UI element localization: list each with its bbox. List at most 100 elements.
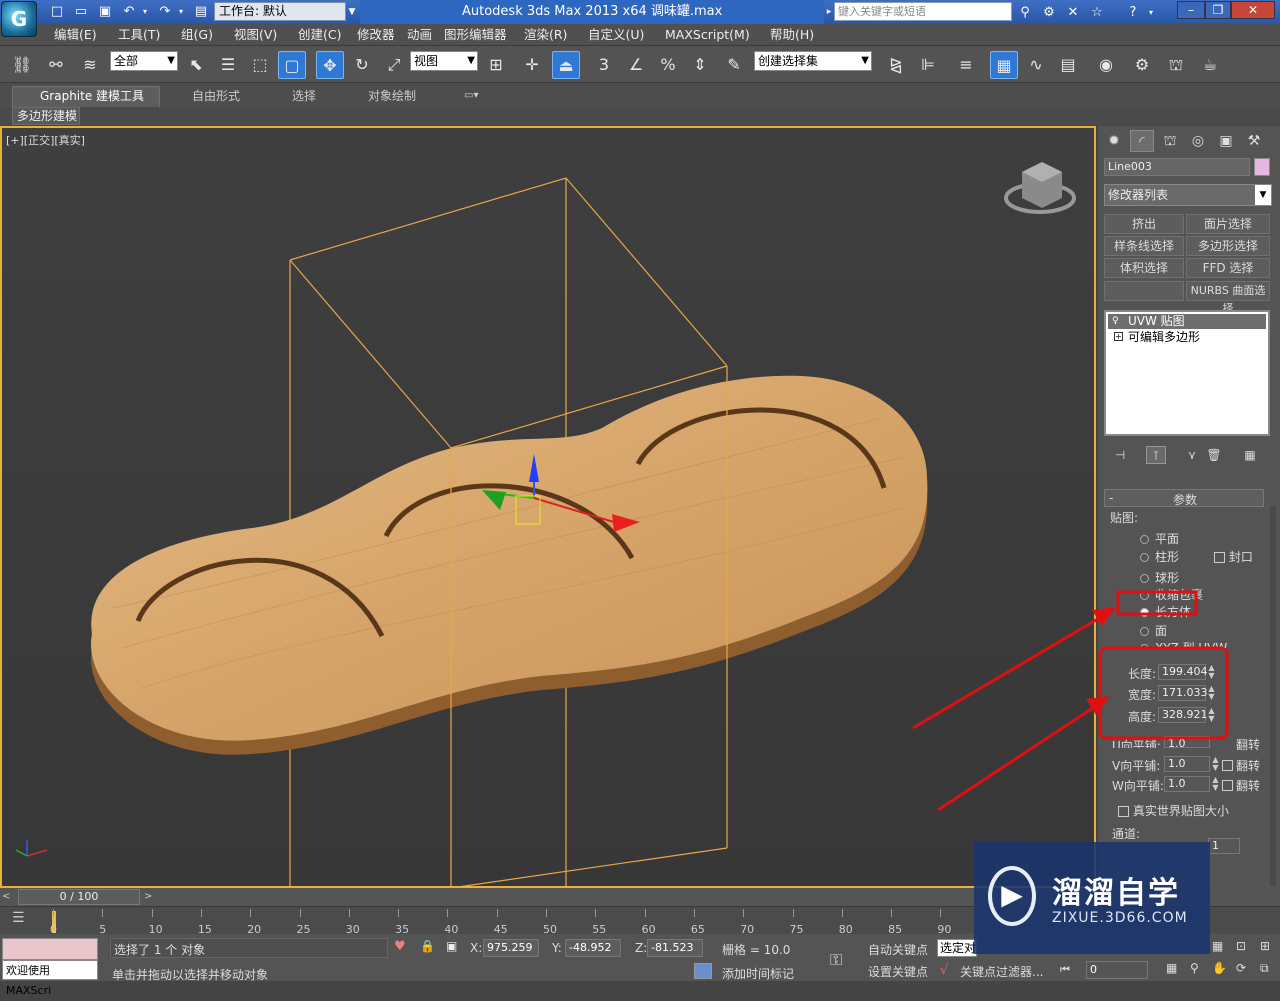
object-name-field[interactable]: Line003	[1104, 158, 1250, 176]
v-tile-spinner-icon[interactable]: ▲ ▼	[1211, 756, 1220, 772]
select-and-move-icon[interactable]: ✥	[316, 51, 344, 79]
edit-named-selection-icon[interactable]: ✎	[720, 51, 748, 79]
menu-group[interactable]: 组(G)	[181, 24, 213, 46]
nurbs-surface-select-button[interactable]: NURBS 曲面选择	[1186, 281, 1270, 315]
prev-frame-icon[interactable]: <	[2, 890, 14, 904]
communication-icon[interactable]: ✕	[1064, 4, 1082, 21]
modifier-stack[interactable]: UVW 贴图 可编辑多边形 ♀ +	[1104, 310, 1270, 436]
tab-selection[interactable]: 选择	[292, 86, 316, 106]
show-end-result-icon[interactable]: ⊺	[1146, 446, 1166, 464]
favorites-star-icon[interactable]: ☆	[1088, 4, 1106, 21]
length-field[interactable]: 199.404	[1158, 664, 1208, 680]
set-key-button[interactable]: 设置关键点	[868, 963, 928, 980]
zoom-all-icon[interactable]: ▦	[1212, 939, 1228, 955]
object-color-swatch[interactable]	[1254, 158, 1270, 176]
key-filter-icon[interactable]: √	[940, 963, 956, 979]
menu-tools[interactable]: 工具(T)	[118, 24, 160, 46]
panel-scrollbar[interactable]	[1270, 506, 1276, 886]
stack-item-uvw-map[interactable]: UVW 贴图	[1108, 314, 1266, 329]
u-tile-field[interactable]: 1.0	[1164, 736, 1210, 748]
close-button[interactable]: ✕	[1231, 1, 1275, 19]
width-spinner-icon[interactable]: ▲ ▼	[1207, 685, 1216, 701]
menu-animation[interactable]: 动画	[407, 24, 432, 46]
next-frame-icon[interactable]: >	[144, 890, 156, 904]
menu-create[interactable]: 创建(C)	[298, 24, 341, 46]
info-arrow-icon[interactable]: ▸	[824, 3, 834, 21]
w-tile-spinner-icon[interactable]: ▲ ▼	[1211, 776, 1220, 792]
spline-select-button[interactable]: 样条线选择	[1104, 236, 1184, 256]
unlink-icon[interactable]: ⚯	[42, 51, 70, 79]
select-and-rotate-icon[interactable]: ↻	[348, 51, 376, 79]
radio-planar[interactable]: 平面	[1140, 530, 1179, 547]
graphite-toggle-icon[interactable]: ▦	[990, 51, 1018, 79]
configure-modifier-sets-icon[interactable]: ▦	[1240, 446, 1260, 464]
key-set-dropdown[interactable]: 选定对	[937, 939, 977, 957]
rendered-frame-icon[interactable]: ⛫	[1162, 51, 1190, 79]
menu-modifiers[interactable]: 修改器	[357, 24, 395, 46]
key-filters-button[interactable]: 关键点过滤器...	[960, 963, 1043, 980]
pan-view-icon[interactable]: ✋	[1212, 961, 1228, 977]
maxscript-mini-listener[interactable]: 欢迎使用 MAXScri	[2, 960, 98, 997]
hierarchy-tab-icon[interactable]: ⛫	[1158, 130, 1182, 152]
undo-dropdown-icon[interactable]: ▾	[140, 3, 150, 21]
auto-key-button[interactable]: 自动关键点	[868, 941, 928, 958]
snaps-toggle-icon[interactable]: 3	[590, 51, 618, 79]
link-icon[interactable]: ⛓	[8, 51, 36, 79]
select-manipulate-icon[interactable]: ✛	[518, 51, 546, 79]
radio-face[interactable]: 面	[1140, 622, 1167, 639]
angle-snap-icon[interactable]: ∠	[622, 51, 650, 79]
utilities-tab-icon[interactable]: ⚒	[1242, 130, 1266, 152]
menu-edit[interactable]: 编辑(E)	[54, 24, 97, 46]
spinner-snap-icon[interactable]: ⇕	[686, 51, 714, 79]
x-coordinate-field[interactable]: 975.259	[483, 939, 539, 957]
restore-button[interactable]: ❐	[1205, 1, 1231, 19]
orbit-icon[interactable]: ⟳	[1236, 961, 1252, 977]
select-by-name-icon[interactable]: ☰	[214, 51, 242, 79]
search-input[interactable]: 键入关键字或短语	[834, 2, 1012, 21]
radio-box[interactable]: 长方体	[1140, 603, 1191, 620]
render-setup-icon[interactable]: ⚙	[1128, 51, 1156, 79]
rectangular-selection-icon[interactable]: ⬚	[246, 51, 274, 79]
named-selection-dropdown[interactable]: 创建选择集 ▼	[754, 51, 872, 71]
layer-manager-icon[interactable]: ≡	[952, 51, 980, 79]
schematic-view-icon[interactable]: ▤	[1054, 51, 1082, 79]
select-object-icon[interactable]: ⬉	[182, 51, 210, 79]
ribbon-options-icon[interactable]: ▭▾	[464, 86, 478, 106]
app-logo-icon[interactable]: G	[1, 1, 37, 37]
perspective-viewport[interactable]: [+][正交][真实]	[0, 126, 1096, 888]
make-unique-icon[interactable]: ⋎	[1182, 446, 1202, 464]
length-spinner-icon[interactable]: ▲ ▼	[1207, 664, 1216, 680]
bind-space-warp-icon[interactable]: ≋	[76, 51, 104, 79]
menu-customize[interactable]: 自定义(U)	[588, 24, 644, 46]
maximize-viewport-icon[interactable]: ⧉	[1260, 961, 1276, 977]
material-editor-icon[interactable]: ◉	[1092, 51, 1120, 79]
poly-select-button[interactable]: 多边形选择	[1186, 236, 1270, 256]
height-field[interactable]: 328.921	[1158, 707, 1208, 723]
selection-filter-dropdown[interactable]: 全部 ▼	[110, 51, 178, 71]
polygon-modeling-panel[interactable]: 多边形建模	[12, 107, 80, 125]
set-key-icon[interactable]: ⚿	[830, 950, 854, 969]
height-spinner-icon[interactable]: ▲ ▼	[1207, 707, 1216, 723]
time-config-icon[interactable]: ▦	[1166, 961, 1182, 977]
current-frame-field[interactable]: 0	[1086, 961, 1148, 979]
viewcube[interactable]	[1004, 162, 1076, 214]
tab-graphite[interactable]: Graphite 建模工具	[40, 86, 144, 106]
minimize-button[interactable]: –	[1177, 1, 1205, 19]
stack-item-editable-poly[interactable]: 可编辑多边形	[1108, 330, 1266, 345]
pivot-center-icon[interactable]: ⊞	[482, 51, 510, 79]
radio-xyz-to-uvw[interactable]: XYZ 到 UVW	[1140, 639, 1227, 649]
keyboard-shortcut-override-icon[interactable]: ⏏	[552, 51, 580, 79]
render-teapot-icon[interactable]: ☕	[1196, 51, 1224, 79]
window-crossing-icon[interactable]: ▢	[278, 51, 306, 79]
percent-snap-icon[interactable]: %	[654, 51, 682, 79]
y-coordinate-field[interactable]: -48.952	[565, 939, 621, 957]
project-folder-icon[interactable]: ▤	[192, 3, 210, 21]
zoom-extents-all-icon[interactable]: ⊞	[1260, 939, 1276, 955]
selection-lock-icon[interactable]: 🔒	[420, 939, 435, 955]
w-tile-field[interactable]: 1.0	[1164, 776, 1210, 792]
redo-icon[interactable]: ↷	[156, 3, 174, 21]
time-tag-icon[interactable]	[694, 963, 712, 979]
extrude-button[interactable]: 挤出	[1104, 214, 1184, 234]
new-file-icon[interactable]: □	[48, 3, 66, 21]
w-flip-checkbox[interactable]	[1222, 778, 1233, 792]
